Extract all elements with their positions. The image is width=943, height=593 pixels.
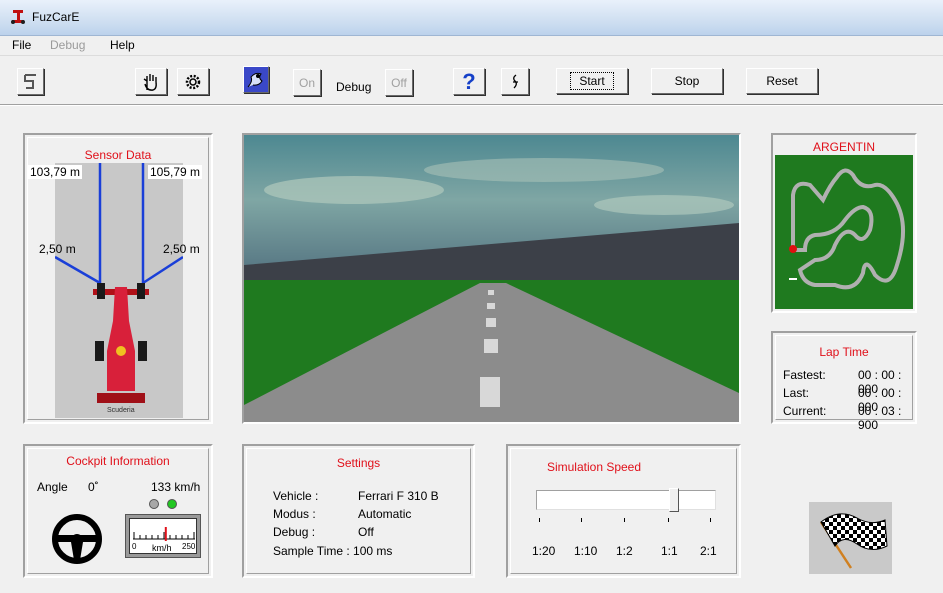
track-panel: ARGENTIN [771, 133, 917, 313]
menu-bar: File Debug Help [0, 36, 943, 56]
lamp-green [167, 499, 177, 509]
question-mark-icon: ? [462, 68, 476, 94]
hand-icon [143, 73, 157, 91]
settings-title: Settings [336, 456, 381, 470]
vehicle-label: Vehicle : [273, 489, 319, 503]
modus-value: Automatic [358, 507, 412, 521]
lap-fastest-label: Fastest: [783, 368, 826, 382]
slider-tick [710, 518, 711, 522]
gauge-face: 0 km/h 250 [129, 518, 197, 554]
debug-label: Debug [336, 80, 372, 94]
speed-gauge: 0 km/h 250 [125, 514, 201, 558]
lap-time-panel: Lap Time Fastest: 00 : 00 : 000 Last: 00… [771, 331, 917, 432]
track-button[interactable] [17, 68, 44, 95]
cockpit-panel: Cockpit Information Angle 0˚ 133 km/h 0 … [23, 444, 213, 578]
checkered-flag-icon [819, 513, 888, 569]
reset-button[interactable]: Reset [746, 68, 818, 94]
lamp-grey [149, 499, 159, 509]
stop-label: Stop [674, 74, 700, 88]
app-icon [11, 10, 25, 24]
speed-tick-1-1: 1:1 [661, 544, 678, 558]
stop-button[interactable]: Stop [651, 68, 723, 94]
steering-wheel-icon [52, 514, 102, 564]
sensor-view: Scuderia [55, 163, 183, 418]
start-label: Start [570, 72, 614, 90]
car-caption: Scuderia [107, 407, 135, 414]
angle-value: 0˚ [88, 480, 99, 494]
slider-tick [624, 518, 625, 522]
speed-tick-1-20: 1:20 [532, 544, 556, 558]
gauge-max: 250 [182, 542, 196, 551]
title-bar: FuzCarE [0, 0, 943, 36]
track-shape-icon [23, 73, 36, 89]
slider-tick [539, 518, 540, 522]
debug-on-button[interactable]: On [293, 69, 321, 96]
speed-value: 133 km/h [151, 480, 201, 494]
gauge-min: 0 [132, 542, 137, 551]
menu-debug[interactable]: Debug [50, 38, 85, 52]
road-view [244, 135, 739, 422]
sensor-title: Sensor Data [84, 148, 152, 162]
cockpit-title: Cockpit Information [66, 454, 170, 468]
lap-current-label: Current: [783, 404, 827, 418]
lap-current-value: 00 : 03 : 900 [858, 404, 902, 432]
road-view-panel [242, 133, 741, 424]
slider-tick [668, 518, 669, 522]
sensor-panel: Sensor Data Scuderia 103,79 m 105,79 m 2… [23, 133, 213, 424]
debug-setting-label: Debug : [273, 525, 316, 539]
help-button[interactable]: ? [453, 68, 485, 95]
sensor-front-left: 103,79 m [28, 165, 83, 179]
simulation-title: Simulation Speed [546, 460, 642, 474]
sensor-side-left: 2,50 m [39, 242, 76, 256]
lap-time-title: Lap Time [819, 345, 869, 359]
speed-tick-1-2: 1:2 [616, 544, 633, 558]
simulation-panel: Simulation Speed 1:20 1:10 1:2 1:1 2:1 [506, 444, 741, 578]
hand-button[interactable] [135, 68, 167, 95]
vehicle-value: Ferrari F 310 B [358, 489, 439, 503]
angle-label: Angle [37, 480, 68, 494]
track-name: ARGENTIN [812, 140, 875, 154]
fuzzy-driver-button[interactable] [243, 66, 269, 93]
status-lamps [149, 499, 177, 509]
slider-tick [581, 518, 582, 522]
settings-panel: Settings Vehicle : Ferrari F 310 B Modus… [242, 444, 475, 578]
simulation-slider[interactable] [536, 488, 716, 512]
about-button[interactable] [501, 68, 529, 95]
start-button[interactable]: Start [556, 68, 628, 94]
toolbar-separator [0, 104, 943, 106]
debug-setting-value: Off [358, 525, 374, 539]
gauge-unit: km/h [152, 543, 172, 553]
sample-time: Sample Time : 100 ms [273, 544, 393, 558]
slider-track [536, 490, 716, 510]
sensor-side-right: 2,50 m [163, 242, 200, 256]
menu-help[interactable]: Help [110, 38, 135, 52]
gear-icon [185, 74, 201, 89]
speed-tick-1-10: 1:10 [574, 544, 598, 558]
debug-off-button[interactable]: Off [385, 69, 413, 96]
track-map [775, 155, 913, 309]
reset-label: Reset [766, 74, 798, 88]
info-icon [513, 73, 518, 88]
lap-last-label: Last: [783, 386, 810, 400]
sensor-front-right: 105,79 m [148, 165, 203, 179]
slider-thumb[interactable] [669, 488, 679, 512]
race-car-icon [93, 283, 149, 403]
checkered-flag [809, 502, 892, 574]
window-title: FuzCarE [32, 10, 80, 24]
debug-off-label: Off [391, 75, 407, 90]
menu-file[interactable]: File [12, 38, 31, 52]
driver-icon [247, 72, 263, 87]
speed-tick-2-1: 2:1 [700, 544, 717, 558]
settings-button[interactable] [177, 68, 209, 95]
modus-label: Modus : [273, 507, 316, 521]
debug-on-label: On [298, 75, 315, 90]
